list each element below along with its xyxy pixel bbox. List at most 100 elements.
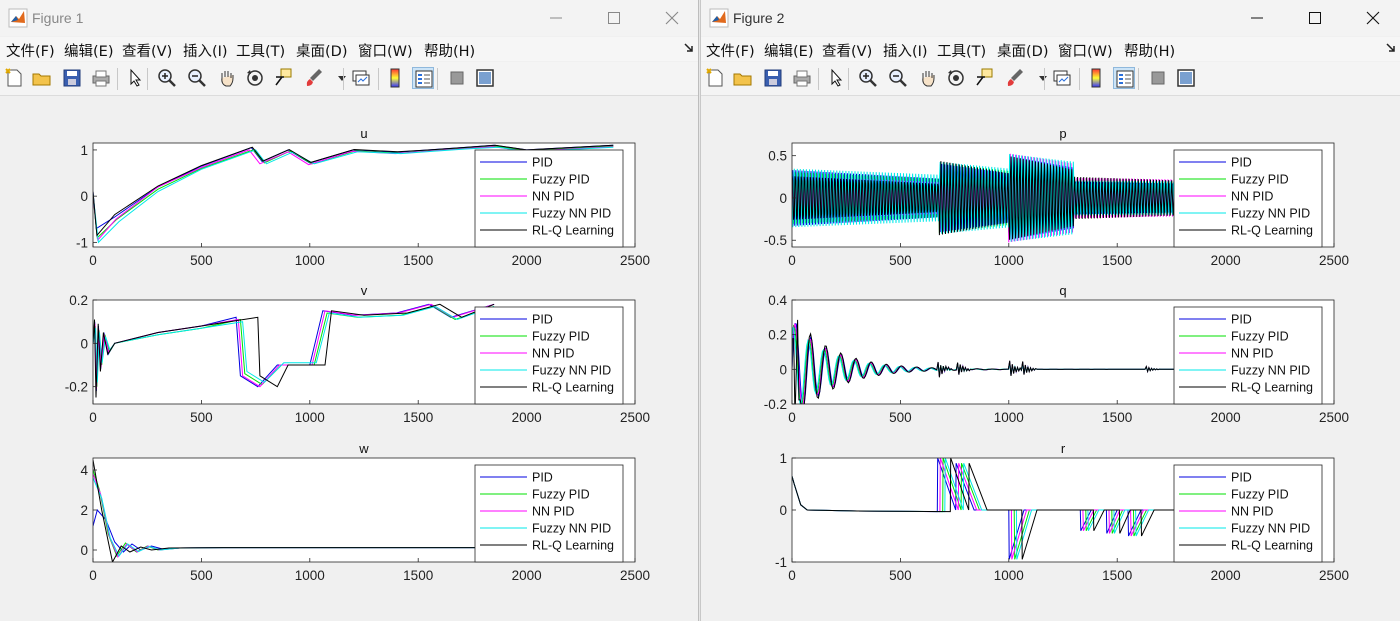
x-tick-label: 500	[190, 568, 213, 583]
menu-desktop[interactable]: 桌面(D)	[296, 40, 347, 61]
menu-view[interactable]: 查看(V)	[122, 40, 172, 61]
hide-plot-tools-button[interactable]	[1147, 67, 1169, 89]
pointer-button[interactable]	[825, 67, 847, 89]
open-file-icon	[733, 73, 752, 86]
menu-insert[interactable]: 插入(I)	[183, 40, 228, 61]
zoom-in-button[interactable]	[857, 67, 879, 89]
x-tick-label: 1500	[1102, 253, 1132, 268]
brush-dropdown-button[interactable]	[331, 67, 346, 89]
x-tick-label: 0	[89, 253, 97, 268]
x-tick-label: 1500	[403, 410, 433, 425]
legend-button[interactable]	[412, 67, 434, 89]
legend-label: PID	[1231, 471, 1252, 485]
fig1-w-axes[interactable]: w 0 500 1000 1500 2000 2500 0 2 4 PID Fuzzy PID NN P…	[80, 441, 650, 583]
hide-plot-tools-button[interactable]	[446, 67, 468, 89]
fig1-u-axis-title: u	[360, 126, 367, 141]
fig1-w-legend[interactable]: PID Fuzzy PID NN PID Fuzzy NN PID RL-Q Learn…	[474, 464, 624, 563]
dock-arrow-icon[interactable]	[1386, 43, 1396, 53]
legend-label: PID	[532, 471, 553, 485]
fig2-p-legend[interactable]: PID Fuzzy PID NN PID Fuzzy NN PID RL-Q Learn…	[1173, 149, 1323, 248]
legend-label: Fuzzy NN PID	[1231, 207, 1310, 221]
menu-edit[interactable]: 编辑(E)	[64, 40, 113, 61]
zoom-out-button[interactable]	[887, 67, 909, 89]
y-tick-label: 0.2	[768, 328, 787, 343]
fig2-q-legend[interactable]: PID Fuzzy PID NN PID Fuzzy NN PID RL-Q Learn…	[1173, 306, 1323, 405]
fig2-r-axes[interactable]: r0 500 1000 1500 2000 2500-101PIDFuzzy PIDNN …	[775, 441, 1349, 583]
new-figure-button[interactable]	[704, 67, 726, 89]
brush-button[interactable]	[1004, 67, 1026, 89]
maximize-button[interactable]	[1292, 4, 1338, 32]
data-cursor-button[interactable]	[973, 67, 995, 89]
legend-label: Fuzzy NN PID	[532, 207, 611, 221]
fig2-r-axis-title: r	[1061, 441, 1066, 456]
fig1-u-legend[interactable]: PID Fuzzy PID NN PID Fuzzy NN PID RL-Q Learn…	[474, 149, 624, 248]
fig2-r-legend[interactable]: PID Fuzzy PID NN PID Fuzzy NN PID RL-Q Learn…	[1173, 464, 1323, 563]
menu-edit[interactable]: 编辑(E)	[764, 40, 813, 61]
fig1-v-legend[interactable]: PID Fuzzy PID NN PID Fuzzy NN PID RL-Q Learn…	[474, 306, 624, 405]
open-file-button[interactable]	[732, 67, 754, 89]
data-cursor-button[interactable]	[272, 67, 294, 89]
fig1-v-axes[interactable]: v0 500 1000 1500 2000 2500-0.200.2PIDFuzzy PI…	[65, 283, 650, 425]
fig2-p-axes[interactable]: p0 500 1000 1500 2000 2500-0.500.5 PIDFuzzy PI…	[764, 126, 1349, 268]
minimize-button[interactable]	[533, 4, 579, 32]
save-button[interactable]	[762, 67, 784, 89]
menu-window[interactable]: 窗口(W)	[1058, 40, 1113, 61]
figure-toolbar	[0, 62, 698, 96]
menu-help[interactable]: 帮助(H)	[1124, 40, 1175, 61]
save-button[interactable]	[61, 67, 83, 89]
open-file-button[interactable]	[31, 67, 53, 89]
menu-view[interactable]: 查看(V)	[822, 40, 872, 61]
menu-tools[interactable]: 工具(T)	[937, 40, 986, 61]
title-bar[interactable]: Figure 2	[701, 0, 1400, 36]
menu-insert[interactable]: 插入(I)	[883, 40, 928, 61]
close-button[interactable]	[1350, 4, 1396, 32]
pointer-button[interactable]	[124, 67, 146, 89]
close-button[interactable]	[649, 4, 695, 32]
brush-dropdown-button[interactable]	[1032, 67, 1047, 89]
x-tick-label: 2500	[620, 568, 650, 583]
toolbar-separator	[378, 68, 379, 90]
menu-tools[interactable]: 工具(T)	[236, 40, 285, 61]
x-tick-label: 1500	[403, 568, 433, 583]
menu-window[interactable]: 窗口(W)	[358, 40, 413, 61]
fig1-u-axes[interactable]: u0 500 1000 1500 2000 2500-101PIDFuzzy PIDNN …	[76, 126, 650, 268]
figure-1-window[interactable]: Figure 1 文件(F) 编辑(E) 查看(V) 插入(I) 工具(T) 桌…	[0, 0, 699, 621]
figure-2-canvas[interactable]: p0 500 1000 1500 2000 2500-0.500.5 PIDFuzzy PI…	[701, 96, 1400, 621]
colorbar-button[interactable]	[384, 67, 406, 89]
menu-desktop[interactable]: 桌面(D)	[997, 40, 1048, 61]
maximize-button[interactable]	[591, 4, 637, 32]
link-plot-button[interactable]	[1051, 67, 1073, 89]
legend-label: Fuzzy NN PID	[532, 364, 611, 378]
y-tick-label: 0	[80, 336, 88, 351]
pan-button[interactable]	[216, 67, 238, 89]
zoom-out-button[interactable]	[186, 67, 208, 89]
dock-arrow-icon[interactable]	[684, 43, 694, 53]
show-plot-tools-button[interactable]	[474, 67, 496, 89]
legend-icon	[1116, 70, 1134, 88]
fig2-q-axis-title: q	[1059, 283, 1066, 298]
show-plot-tools-icon	[1177, 69, 1195, 87]
fig2-q-axes[interactable]: q0 500 1000 1500 2000 2500-0.200.20.4PIDFuzzy…	[764, 283, 1349, 425]
print-button[interactable]	[90, 67, 112, 89]
rotate-3d-button[interactable]	[945, 67, 967, 89]
zoom-in-button[interactable]	[156, 67, 178, 89]
minimize-button[interactable]	[1234, 4, 1280, 32]
show-plot-tools-button[interactable]	[1175, 67, 1197, 89]
figure-1-canvas[interactable]: u0 500 1000 1500 2000 2500-101PIDFuzzy PIDNN …	[0, 96, 699, 621]
fig1-w-axis-title: w	[358, 441, 369, 456]
legend-button[interactable]	[1113, 67, 1135, 89]
menu-file[interactable]: 文件(F)	[6, 40, 55, 61]
title-bar[interactable]: Figure 1	[0, 0, 698, 36]
print-button[interactable]	[791, 67, 813, 89]
menu-help[interactable]: 帮助(H)	[424, 40, 475, 61]
link-plot-button[interactable]	[350, 67, 372, 89]
legend-label: Fuzzy PID	[532, 173, 590, 187]
menu-file[interactable]: 文件(F)	[706, 40, 755, 61]
rotate-3d-button[interactable]	[244, 67, 266, 89]
colorbar-button[interactable]	[1085, 67, 1107, 89]
pan-button[interactable]	[917, 67, 939, 89]
new-figure-button[interactable]	[3, 67, 25, 89]
figure-2-window[interactable]: Figure 2 文件(F) 编辑(E) 查看(V) 插入(I) 工具(T) 桌…	[700, 0, 1400, 621]
legend-label: RL-Q Learning	[532, 539, 614, 553]
brush-button[interactable]	[303, 67, 325, 89]
